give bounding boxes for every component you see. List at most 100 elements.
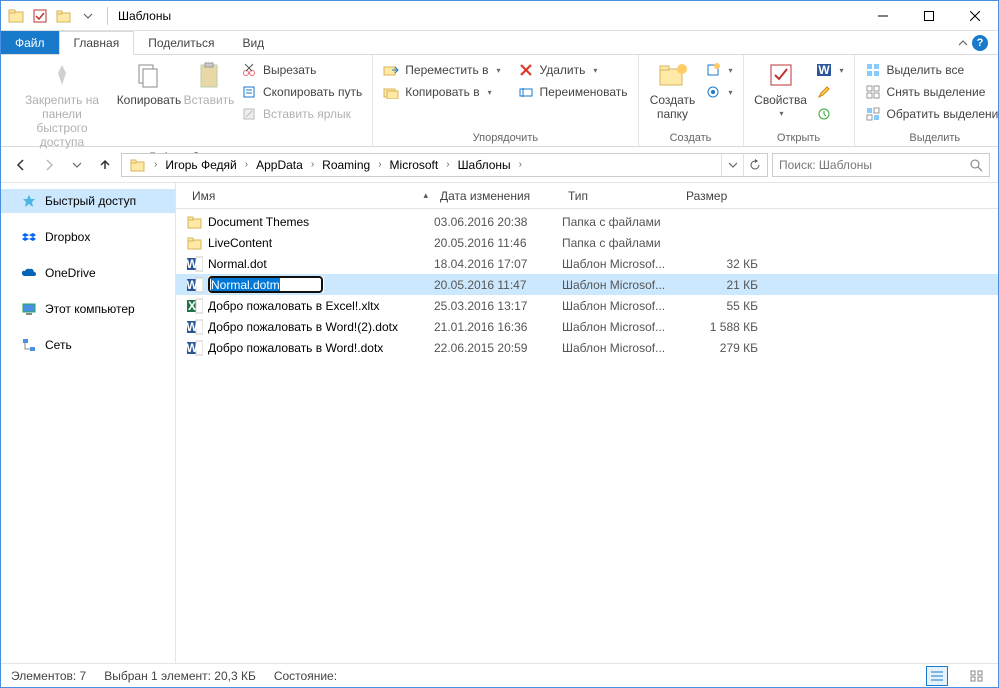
file-list[interactable]: Document Themes03.06.2016 20:38Папка с ф… (176, 209, 998, 663)
word-icon: W (186, 277, 204, 293)
tab-home[interactable]: Главная (59, 31, 135, 55)
file-date: 20.05.2016 11:47 (434, 278, 562, 292)
file-row[interactable]: LiveContent20.05.2016 11:46Папка с файла… (176, 232, 998, 253)
history-icon (816, 106, 832, 122)
column-type[interactable]: Тип (562, 189, 680, 203)
nav-thispc[interactable]: Этот компьютер (1, 297, 175, 321)
chevron-icon[interactable]: › (243, 159, 250, 170)
view-details-button[interactable] (926, 666, 948, 686)
forward-button[interactable] (37, 153, 61, 177)
moveto-icon (383, 62, 399, 78)
chevron-icon[interactable]: › (152, 159, 159, 170)
delete-button[interactable]: Удалить▾ (514, 59, 632, 81)
recent-button[interactable] (65, 153, 89, 177)
address-bar[interactable]: › Игорь Федяй›AppData›Roaming›Microsoft›… (121, 153, 768, 177)
moveto-button[interactable]: Переместить в▾ (379, 59, 504, 81)
svg-text:W: W (187, 341, 198, 355)
pasteshortcut-button[interactable]: Вставить ярлык (237, 103, 366, 125)
rename-input[interactable] (208, 276, 323, 293)
chevron-icon[interactable]: › (376, 159, 383, 170)
file-row[interactable]: Document Themes03.06.2016 20:38Папка с ф… (176, 211, 998, 232)
search-input[interactable]: Поиск: Шаблоны (772, 153, 990, 177)
ribbon-help[interactable]: ? (948, 31, 998, 54)
file-date: 22.06.2015 20:59 (434, 341, 562, 355)
minimize-button[interactable] (860, 1, 906, 31)
address-dropdown-button[interactable] (721, 154, 743, 176)
newitem-button[interactable]: ▾ (701, 59, 737, 81)
paste-button[interactable]: Вставить (181, 57, 237, 109)
up-button[interactable] (93, 153, 117, 177)
excel-icon: X (186, 298, 204, 314)
file-row[interactable]: W20.05.2016 11:47Шаблон Microsof...21 КБ (176, 274, 998, 295)
file-row[interactable]: WДобро пожаловать в Word!(2).dotx21.01.2… (176, 316, 998, 337)
breadcrumb-segment[interactable]: Шаблоны (452, 154, 517, 176)
refresh-button[interactable] (743, 154, 765, 176)
svg-text:W: W (818, 63, 830, 77)
address-root-icon[interactable] (124, 154, 152, 176)
tab-view[interactable]: Вид (228, 31, 278, 54)
newitem-icon (705, 62, 721, 78)
file-type: Папка с файлами (562, 215, 680, 229)
history-button[interactable] (812, 103, 848, 125)
chevron-icon[interactable]: › (309, 159, 316, 170)
tab-file[interactable]: Файл (1, 31, 59, 54)
file-date: 20.05.2016 11:46 (434, 236, 562, 250)
qat-properties-icon[interactable] (29, 5, 51, 27)
newfolder-button[interactable]: Создать папку (645, 57, 701, 123)
nav-network[interactable]: Сеть (1, 333, 175, 357)
breadcrumb-segment[interactable]: AppData (250, 154, 309, 176)
view-icons-button[interactable] (966, 666, 988, 686)
file-size: 1 588 КБ (680, 320, 758, 334)
selectnone-button[interactable]: Снять выделение (861, 81, 999, 103)
copypath-button[interactable]: Скопировать путь (237, 81, 366, 103)
selectnone-icon (865, 84, 881, 100)
star-icon (21, 193, 37, 209)
ribbon-collapse-icon[interactable] (958, 38, 968, 48)
breadcrumb-segment[interactable]: Roaming (316, 154, 376, 176)
qat-customize-icon[interactable] (77, 5, 99, 27)
column-date[interactable]: Дата изменения (434, 189, 562, 203)
rename-button[interactable]: Переименовать (514, 81, 632, 103)
dropdown-arrow-icon: ▾ (593, 66, 597, 75)
word-icon: W (816, 62, 832, 78)
copy-button[interactable]: Копировать (117, 57, 181, 109)
chevron-icon[interactable]: › (517, 159, 524, 170)
breadcrumb-segment[interactable]: Microsoft (384, 154, 445, 176)
status-selection: Выбран 1 элемент: 20,3 КБ (104, 669, 256, 683)
cut-button[interactable]: Вырезать (237, 59, 366, 81)
back-button[interactable] (9, 153, 33, 177)
close-button[interactable] (952, 1, 998, 31)
properties-button[interactable]: Свойства ▾ (750, 57, 812, 123)
file-size: 32 КБ (680, 257, 758, 271)
file-row[interactable]: XДобро пожаловать в Excel!.xltx25.03.201… (176, 295, 998, 316)
qat-newfolder-icon[interactable] (53, 5, 75, 27)
invertselection-button[interactable]: Обратить выделение (861, 103, 999, 125)
breadcrumb-segment[interactable]: Игорь Федяй (159, 154, 242, 176)
onedrive-icon (21, 265, 37, 281)
svg-text:X: X (188, 299, 196, 313)
maximize-button[interactable] (906, 1, 952, 31)
nav-dropbox[interactable]: Dropbox (1, 225, 175, 249)
properties-icon (765, 59, 797, 91)
easyaccess-button[interactable]: ▾ (701, 81, 737, 103)
file-row[interactable]: WNormal.dot18.04.2016 17:07Шаблон Micros… (176, 253, 998, 274)
openwith-button[interactable]: W▾ (812, 59, 848, 81)
column-size[interactable]: Размер (680, 189, 758, 203)
edit-button[interactable] (812, 81, 848, 103)
scissors-icon (241, 62, 257, 78)
column-name[interactable]: Имя▴ (186, 189, 434, 203)
nav-onedrive[interactable]: OneDrive (1, 261, 175, 285)
tab-share[interactable]: Поделиться (134, 31, 228, 54)
newfolder-icon (657, 59, 689, 91)
copyto-button[interactable]: Копировать в▾ (379, 81, 504, 103)
help-icon[interactable]: ? (972, 35, 988, 51)
main-area: Быстрый доступ Dropbox OneDrive Этот ком… (1, 183, 998, 663)
easyaccess-icon (705, 84, 721, 100)
word-icon: W (186, 319, 204, 335)
selectall-button[interactable]: Выделить все (861, 59, 999, 81)
chevron-icon[interactable]: › (444, 159, 451, 170)
file-name: LiveContent (208, 236, 434, 250)
nav-quickaccess[interactable]: Быстрый доступ (1, 189, 175, 213)
file-row[interactable]: WДобро пожаловать в Word!.dotx22.06.2015… (176, 337, 998, 358)
pin-quickaccess-button[interactable]: Закрепить на панели быстрого доступа (7, 57, 117, 151)
